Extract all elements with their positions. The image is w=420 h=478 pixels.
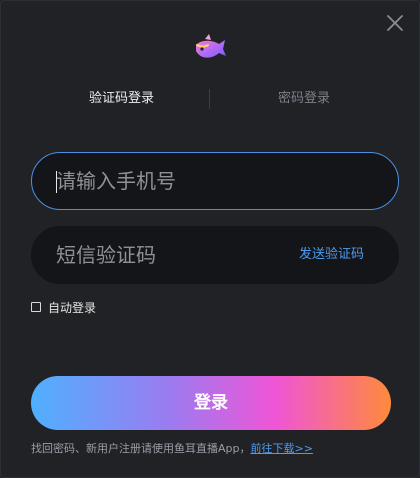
download-link[interactable]: 前往下载>> [251,442,313,455]
footer-text: 找回密码、新用户注册请使用鱼耳直播App， [31,442,251,455]
auto-login-checkbox[interactable] [31,302,41,312]
auto-login-label: 自动登录 [48,300,97,315]
tab-password-login[interactable]: 密码登录 [278,87,330,111]
login-tabs: 验证码登录 密码登录 [1,87,420,111]
auto-login-toggle[interactable]: 自动登录 [31,298,96,316]
close-icon[interactable] [385,13,405,33]
tab-divider [209,89,210,109]
fish-logo-icon [191,31,229,69]
footer-note: 找回密码、新用户注册请使用鱼耳直播App，前往下载>> [31,440,313,456]
code-field[interactable]: 发送验证码 [31,226,399,284]
login-dialog: 验证码登录 密码登录 发送验证码 自动登录 登录 找回密码、新用户注册请使用鱼耳… [0,0,420,478]
send-code-button[interactable]: 发送验证码 [299,227,364,283]
sms-code-input[interactable] [56,227,316,283]
tab-sms-login[interactable]: 验证码登录 [89,87,154,111]
phone-field[interactable] [31,152,399,210]
phone-input[interactable] [56,153,316,209]
login-button[interactable]: 登录 [31,376,391,430]
